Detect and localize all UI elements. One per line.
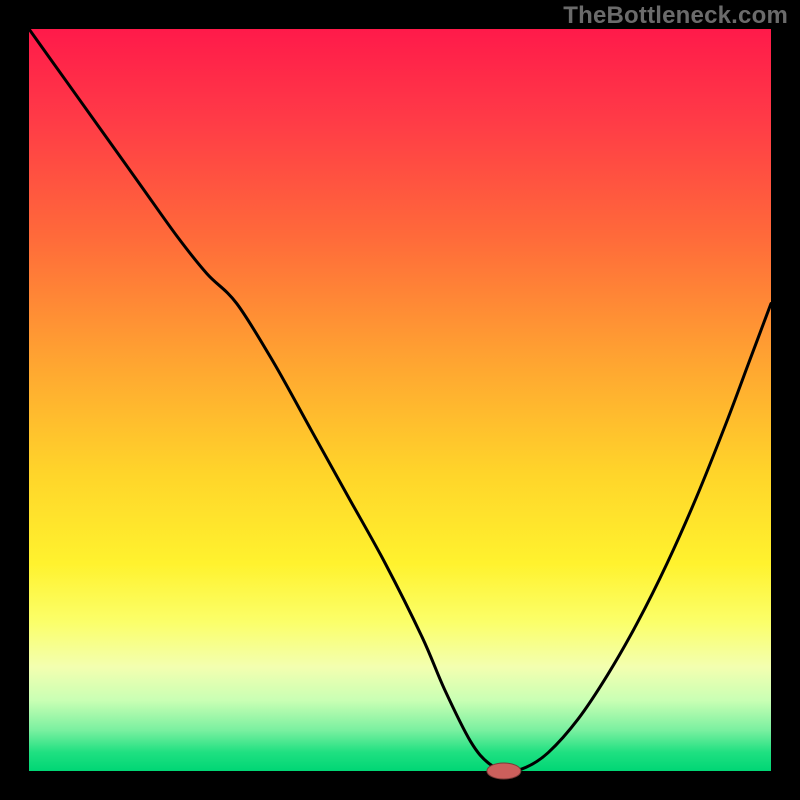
chart-svg	[0, 0, 800, 800]
chart-stage: { "watermark": "TheBottleneck.com", "col…	[0, 0, 800, 800]
optimal-marker	[487, 763, 521, 779]
watermark-text: TheBottleneck.com	[563, 2, 788, 30]
plot-background	[29, 29, 771, 771]
